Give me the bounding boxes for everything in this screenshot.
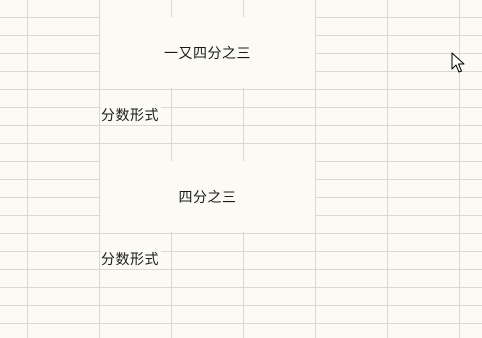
- cell-value: 四分之三: [178, 189, 237, 206]
- cell-label-format[interactable]: 分数形式: [101, 251, 161, 269]
- merged-cell-fraction[interactable]: 四分之三: [100, 161, 315, 232]
- mouse-pointer-icon: [451, 52, 465, 73]
- cell-value: 一又四分之三: [164, 45, 251, 62]
- cell-label-format[interactable]: 分数形式: [101, 107, 161, 125]
- spreadsheet-grid[interactable]: 一又四分之三 分数形式 四分之三 分数形式: [0, 0, 482, 338]
- merged-cell-mixed-fraction[interactable]: 一又四分之三: [100, 17, 315, 88]
